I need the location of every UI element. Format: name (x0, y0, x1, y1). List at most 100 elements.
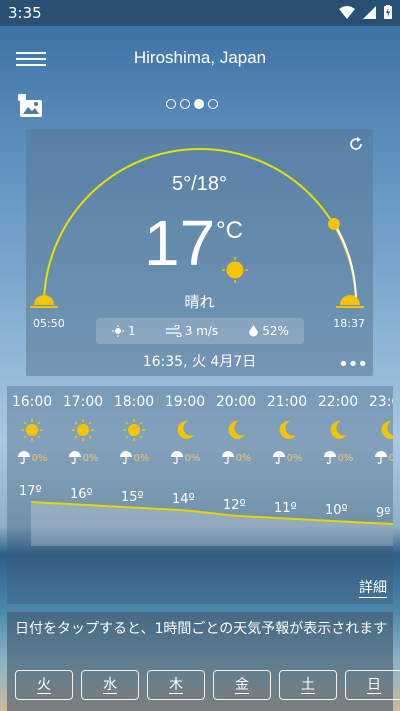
more-options-button[interactable]: ••• (338, 356, 368, 374)
image-icon (18, 94, 42, 117)
day-tab[interactable]: 金 (213, 670, 271, 700)
wind-speed: 3 m/s (165, 324, 219, 338)
uv-index: 1 (111, 324, 136, 338)
rain-chance: 0% (7, 444, 57, 472)
hour-time: 23:00 (368, 394, 393, 410)
sun-icon (58, 416, 108, 444)
rain-chance: 0% (109, 444, 159, 472)
rain-value: 0% (184, 452, 201, 464)
day-tab[interactable]: 木 (147, 670, 205, 700)
details-link[interactable]: 詳細 (359, 577, 387, 598)
hour-temperature: 11º (274, 500, 297, 516)
hour-temperature: 15º (121, 489, 144, 505)
rain-chance: 0% (262, 444, 312, 472)
wifi-icon (339, 5, 355, 19)
day-tab[interactable]: 火 (15, 670, 73, 700)
uv-icon (112, 325, 125, 337)
status-time: 3:35 (8, 4, 42, 22)
status-icons (339, 5, 392, 19)
umbrella-icon (68, 450, 82, 467)
umbrella-icon (119, 450, 133, 467)
page-indicator (166, 99, 218, 109)
hour-temperature: 10º (325, 503, 348, 519)
moon-icon (262, 416, 312, 444)
wallpaper-button[interactable] (18, 94, 44, 118)
hour-column[interactable]: 20:00 0% (211, 394, 261, 472)
rain-chance: 0% (160, 444, 210, 472)
sunset-time: 18:37 (333, 317, 365, 330)
hour-time: 19:00 (164, 394, 206, 410)
current-weather-card: 5°/18° 17 °C 晴れ 05:50 18:37 1 3 m/s 52% … (26, 129, 373, 376)
hour-column[interactable]: 16:00 0% (7, 394, 57, 472)
hour-time: 18:00 (113, 394, 155, 410)
page-dot[interactable] (180, 99, 190, 109)
hour-time: 17:00 (62, 394, 104, 410)
day-tabs: 火 水 木 金 土 日 (15, 670, 400, 700)
umbrella-icon (170, 450, 184, 467)
sun-icon (222, 257, 248, 283)
day-tab[interactable]: 土 (279, 670, 337, 700)
wind-icon (165, 325, 182, 337)
rain-value: 0% (82, 452, 99, 464)
rain-chance: 0% (58, 444, 108, 472)
hour-temperature: 14º (172, 492, 195, 508)
hour-time: 16:00 (11, 394, 53, 410)
daily-hint-panel: 日付をタップすると、1時間ごとの天気予報が表示されます 火 水 木 金 土 日 (7, 612, 400, 711)
hour-time: 22:00 (317, 394, 359, 410)
day-tab[interactable]: 水 (81, 670, 139, 700)
hour-time: 21:00 (266, 394, 308, 410)
hourly-forecast[interactable]: 16:00 0% 17:00 0% 18:00 0% 19:00 0% 20:00 0% 21:00… (7, 386, 393, 604)
page-dot[interactable] (208, 99, 218, 109)
page-dot-active[interactable] (194, 99, 204, 109)
hour-column[interactable]: 23:00 0% (364, 394, 393, 472)
uv-value: 1 (128, 324, 136, 338)
moon-icon (364, 416, 393, 444)
rain-value: 0% (133, 452, 150, 464)
rain-value: 0% (286, 452, 303, 464)
min-max-temp: 5°/18° (172, 173, 227, 195)
hour-column[interactable]: 18:00 0% (109, 394, 159, 472)
hour-temperature: 17º (19, 484, 42, 499)
hour-column[interactable]: 17:00 0% (58, 394, 108, 472)
sun-icon (7, 416, 57, 444)
hour-temperature: 12º (223, 497, 246, 513)
rain-value: 0% (235, 452, 252, 464)
hour-temperature: 9º (376, 506, 391, 521)
hour-column[interactable]: 22:00 0% (313, 394, 363, 472)
hour-column[interactable]: 21:00 0% (262, 394, 312, 472)
rain-value: 0% (337, 452, 354, 464)
hint-text: 日付をタップすると、1時間ごとの天気予報が表示されます (15, 621, 388, 637)
page-dot[interactable] (166, 99, 176, 109)
rain-chance: 0% (364, 444, 393, 472)
condition-text: 晴れ (184, 293, 215, 311)
humidity: 52% (248, 324, 289, 338)
wind-value: 3 m/s (184, 324, 219, 338)
humidity-value: 52% (262, 324, 289, 338)
moon-icon (160, 416, 210, 444)
temperature-unit: °C (216, 217, 243, 244)
date-time: 16:35, 火 4月7日 (142, 354, 257, 370)
rain-chance: 0% (211, 444, 261, 472)
signal-icon (363, 5, 376, 19)
rain-value: 0% (388, 452, 393, 464)
battery-icon (384, 5, 392, 19)
umbrella-icon (272, 450, 286, 467)
hour-time: 20:00 (215, 394, 257, 410)
umbrella-icon (221, 450, 235, 467)
weather-stats: 1 3 m/s 52% (96, 318, 304, 344)
umbrella-icon (17, 450, 31, 467)
current-temperature: 17 (144, 207, 216, 279)
humidity-icon (249, 324, 259, 336)
status-bar: 3:35 (0, 0, 400, 26)
rain-value: 0% (31, 452, 48, 464)
city-title[interactable]: Hiroshima, Japan (0, 48, 400, 68)
sun-icon (109, 416, 159, 444)
hour-temperature: 16º (70, 486, 93, 502)
day-tab[interactable]: 日 (345, 670, 400, 700)
moon-icon (313, 416, 363, 444)
sunrise-time: 05:50 (33, 317, 65, 330)
refresh-icon[interactable] (347, 135, 365, 153)
hour-column[interactable]: 19:00 0% (160, 394, 210, 472)
umbrella-icon (323, 450, 337, 467)
moon-icon (211, 416, 261, 444)
